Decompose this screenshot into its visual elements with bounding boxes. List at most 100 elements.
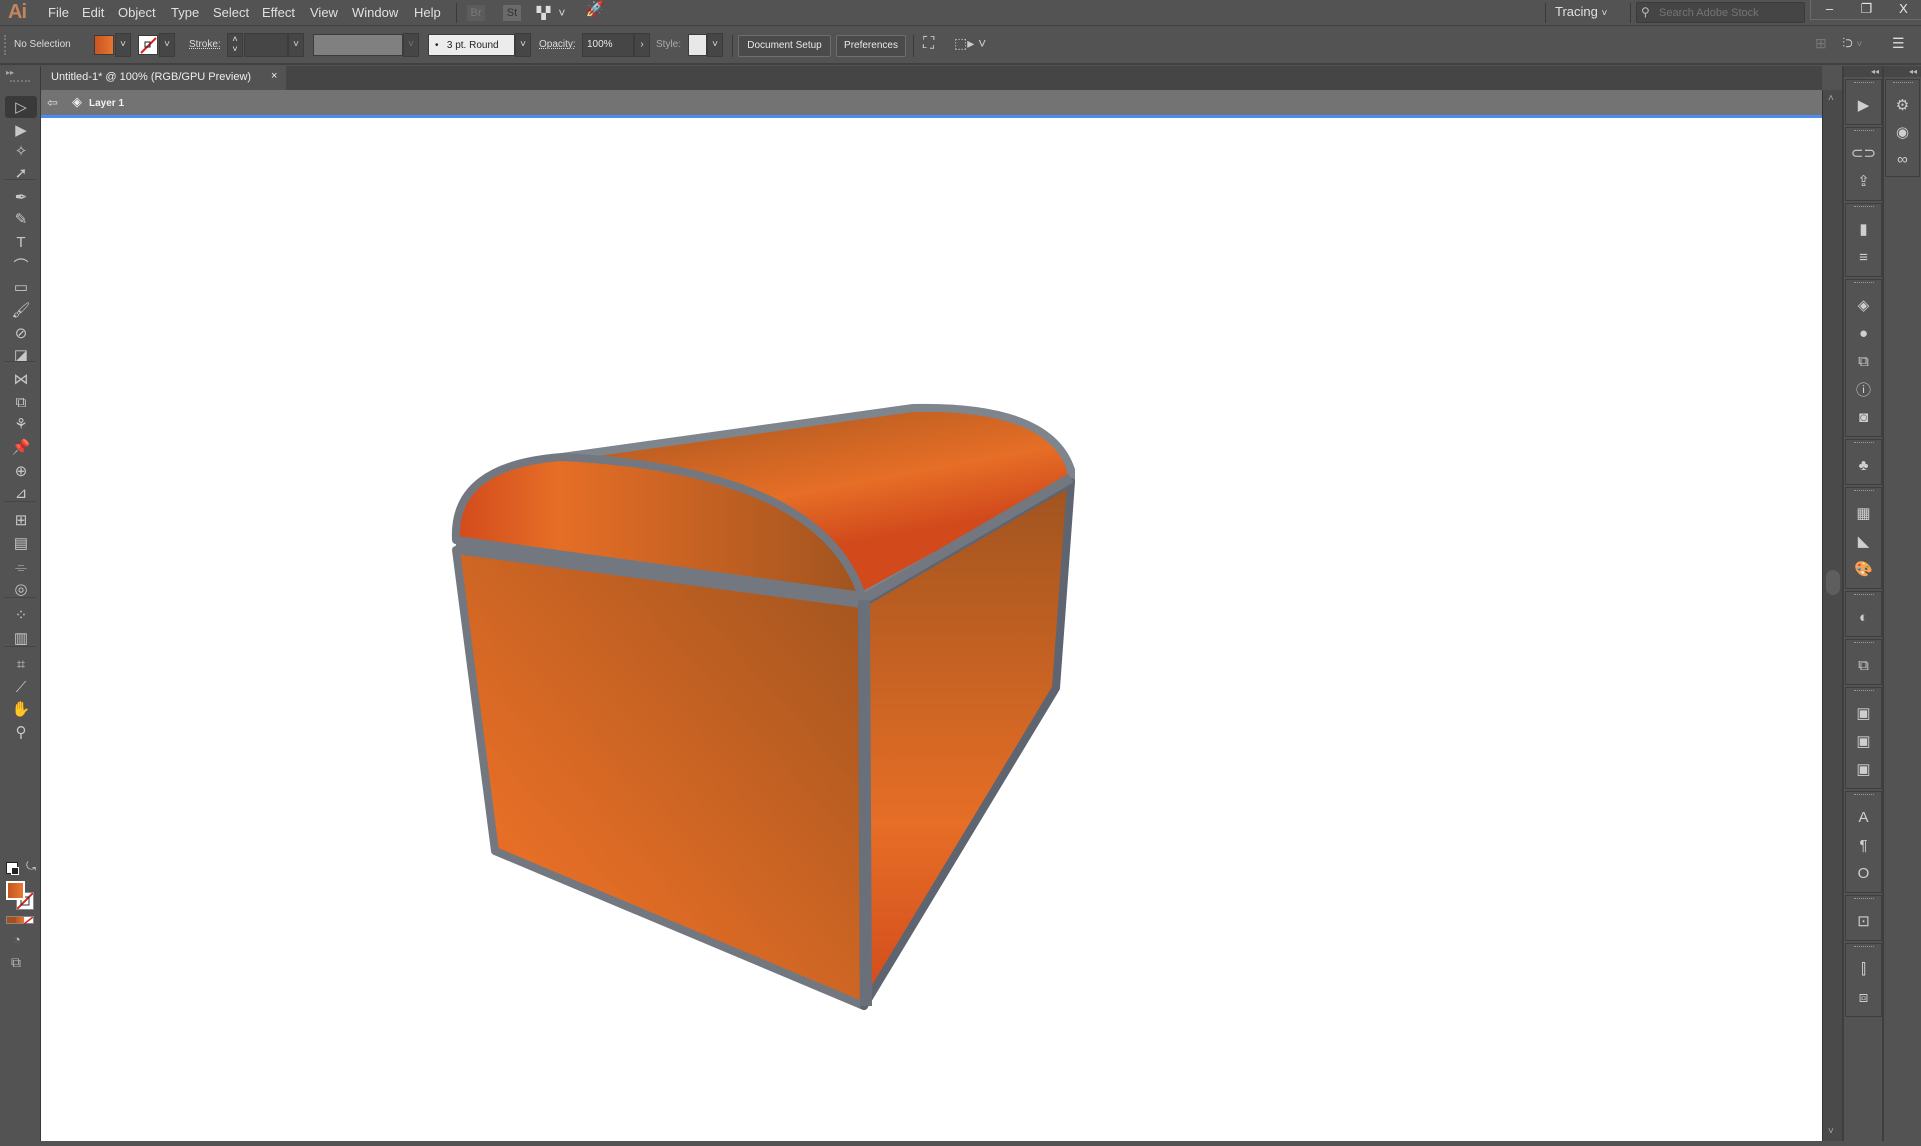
gradient-panel-icon[interactable]: ▮ [1846, 218, 1881, 240]
puppet-warp-tool[interactable]: ⚘ [5, 413, 37, 435]
arrange-documents-icon[interactable]: ▚▘ ˅ [536, 5, 566, 21]
appearance-panel-icon[interactable]: ● [1846, 322, 1881, 344]
brush-dropdown[interactable]: ˅ [515, 33, 531, 57]
panel-group-grip[interactable] [1853, 130, 1874, 133]
opentype-panel-icon[interactable]: O [1846, 862, 1881, 884]
type-tool[interactable]: T [5, 231, 37, 253]
screen-mode-icon[interactable]: ⧉ [11, 954, 21, 971]
vertical-scrollbar[interactable]: ˄ ˅ [1822, 90, 1842, 1141]
direct-selection-tool[interactable]: ▶ [5, 119, 37, 141]
transform-panel-icon[interactable]: ⧉ [1846, 350, 1881, 372]
libraries-3-panel-icon[interactable]: ▣ [1846, 758, 1881, 780]
zoom-tool[interactable]: ⚲ [5, 721, 37, 743]
document-tab[interactable]: Untitled-1* @ 100% (RGB/GPU Preview) × [41, 66, 286, 90]
gradient-tool[interactable]: ▤ [5, 532, 37, 554]
bridge-icon[interactable]: Br [467, 5, 485, 21]
menu-window[interactable]: Window [352, 5, 398, 20]
panel-group-grip[interactable] [1853, 82, 1874, 85]
stroke-dropdown[interactable]: ˅ [159, 33, 175, 57]
mesh-tool[interactable]: ⊞ [5, 509, 37, 531]
navigator-panel-icon[interactable]: ⧈ [1846, 986, 1881, 1008]
scroll-up-icon[interactable]: ˄ [1828, 93, 1834, 104]
align-to-grid-icon[interactable]: ⊞ [1815, 35, 1827, 52]
creative-cloud-panel-icon[interactable]: ∞ [1886, 148, 1919, 170]
actions-panel-icon[interactable]: ▶ [1846, 94, 1881, 116]
gradient-mode-button[interactable] [15, 917, 25, 923]
lasso-tool[interactable]: ➚ [5, 162, 37, 184]
graphic-style-swatch[interactable] [688, 34, 707, 56]
paintbrush-tool[interactable]: 🖌 [5, 299, 37, 321]
artboard-canvas[interactable] [41, 118, 1822, 1141]
panel-group-grip[interactable] [1853, 282, 1874, 285]
scale-tool[interactable]: ⧉ [5, 391, 37, 413]
fill-swatch[interactable] [94, 35, 114, 55]
transform-bounds-icon[interactable]: ⛶ [923, 35, 934, 53]
pin-tool[interactable]: 📌 [5, 436, 37, 458]
menu-effect[interactable]: Effect [262, 5, 295, 20]
stroke-weight-stepper[interactable]: ˄ ˅ [227, 33, 243, 57]
style-dropdown[interactable]: ˅ [707, 33, 723, 57]
selection-tool[interactable]: ▷ [5, 96, 37, 118]
fill-color-box[interactable] [6, 881, 25, 900]
menu-object[interactable]: Object [118, 5, 156, 20]
menu-edit[interactable]: Edit [82, 5, 104, 20]
pathfinder-panel-icon[interactable]: ⧉ [1846, 654, 1881, 676]
panel-group-grip[interactable] [1853, 642, 1874, 645]
hand-tool[interactable]: ✋ [5, 698, 37, 720]
minimize-button[interactable]: – [1811, 0, 1848, 20]
symbols-panel-icon[interactable]: ♣ [1846, 454, 1881, 476]
close-button[interactable]: X [1885, 0, 1921, 20]
image-trace-panel-icon[interactable]: ◙ [1846, 406, 1881, 428]
stock-search-input[interactable] [1659, 5, 1799, 21]
asset-export-panel-icon[interactable]: ⇪ [1846, 170, 1881, 192]
libraries-2-panel-icon[interactable]: ▣ [1846, 730, 1881, 752]
menu-help[interactable]: Help [414, 5, 441, 20]
close-tab-icon[interactable]: × [271, 70, 277, 82]
magic-wand-tool[interactable]: ✧ [5, 140, 37, 162]
profile-dropdown[interactable]: ˅ [403, 33, 419, 57]
panel-group-grip[interactable] [1853, 206, 1874, 209]
control-panel-menu-icon[interactable]: ☰ [1892, 35, 1905, 52]
stock-search[interactable]: ⚲ [1636, 2, 1805, 23]
artboard-tool[interactable]: ⌗ [5, 653, 37, 675]
panel-group-grip[interactable] [1853, 594, 1874, 597]
default-colors-icon[interactable] [6, 862, 19, 875]
shaper-tool[interactable]: ⊘ [5, 322, 37, 344]
swap-colors-icon[interactable]: ⤿ [26, 859, 36, 874]
preferences-button[interactable]: Preferences [836, 35, 906, 57]
collapse-toolbar-icon[interactable]: ▸▸ [6, 68, 14, 77]
gpu-performance-icon[interactable]: 🚀 [585, 2, 605, 18]
scroll-down-icon[interactable]: ˅ [1828, 1126, 1834, 1137]
shape-builder-tool[interactable]: ⊕ [5, 460, 37, 482]
layer-name[interactable]: Layer 1 [89, 98, 124, 109]
curvature-tool[interactable]: ✎ [5, 208, 37, 230]
align-panel-icon[interactable]: ⫿ [1846, 958, 1881, 980]
paragraph-panel-icon[interactable]: ¶ [1846, 834, 1881, 856]
menu-select[interactable]: Select [213, 5, 249, 20]
back-arrow-icon[interactable]: ⇦ [47, 95, 58, 111]
panel-group-grip[interactable] [1853, 794, 1874, 797]
reflect-tool[interactable]: ⋈ [5, 368, 37, 390]
color-mode-button[interactable] [7, 917, 16, 923]
panel-group-grip[interactable] [1853, 946, 1874, 949]
character-panel-icon[interactable]: A [1846, 806, 1881, 828]
cc-libraries-sync-panel-icon[interactable]: ◉ [1886, 121, 1919, 143]
stock-icon[interactable]: St [503, 5, 521, 21]
collapse-dock-icon[interactable]: ◂◂ [1884, 66, 1921, 77]
symbol-sprayer-tool[interactable]: ⁘ [5, 604, 37, 626]
opacity-field[interactable]: 100% [582, 33, 634, 57]
fill-dropdown[interactable]: ˅ [115, 33, 131, 57]
variable-width-profile[interactable] [313, 34, 403, 56]
line-segment-tool[interactable]: ⌒ [5, 254, 37, 276]
artboards-panel-icon[interactable]: ⊡ [1846, 910, 1881, 932]
stroke-weight-dropdown[interactable]: ˅ [288, 33, 304, 57]
color-panel-icon[interactable]: 🎨 [1846, 558, 1881, 580]
workspace-switcher[interactable]: Tracing ˅ [1555, 4, 1607, 19]
panel-group-grip[interactable] [1853, 898, 1874, 901]
opacity-label[interactable]: Opacity: [539, 39, 576, 50]
scroll-thumb[interactable] [1826, 570, 1840, 595]
menu-file[interactable]: File [48, 5, 69, 20]
rectangle-tool[interactable]: ▭ [5, 276, 37, 298]
menu-view[interactable]: View [310, 5, 338, 20]
swatches-panel-icon[interactable]: ▦ [1846, 502, 1881, 524]
